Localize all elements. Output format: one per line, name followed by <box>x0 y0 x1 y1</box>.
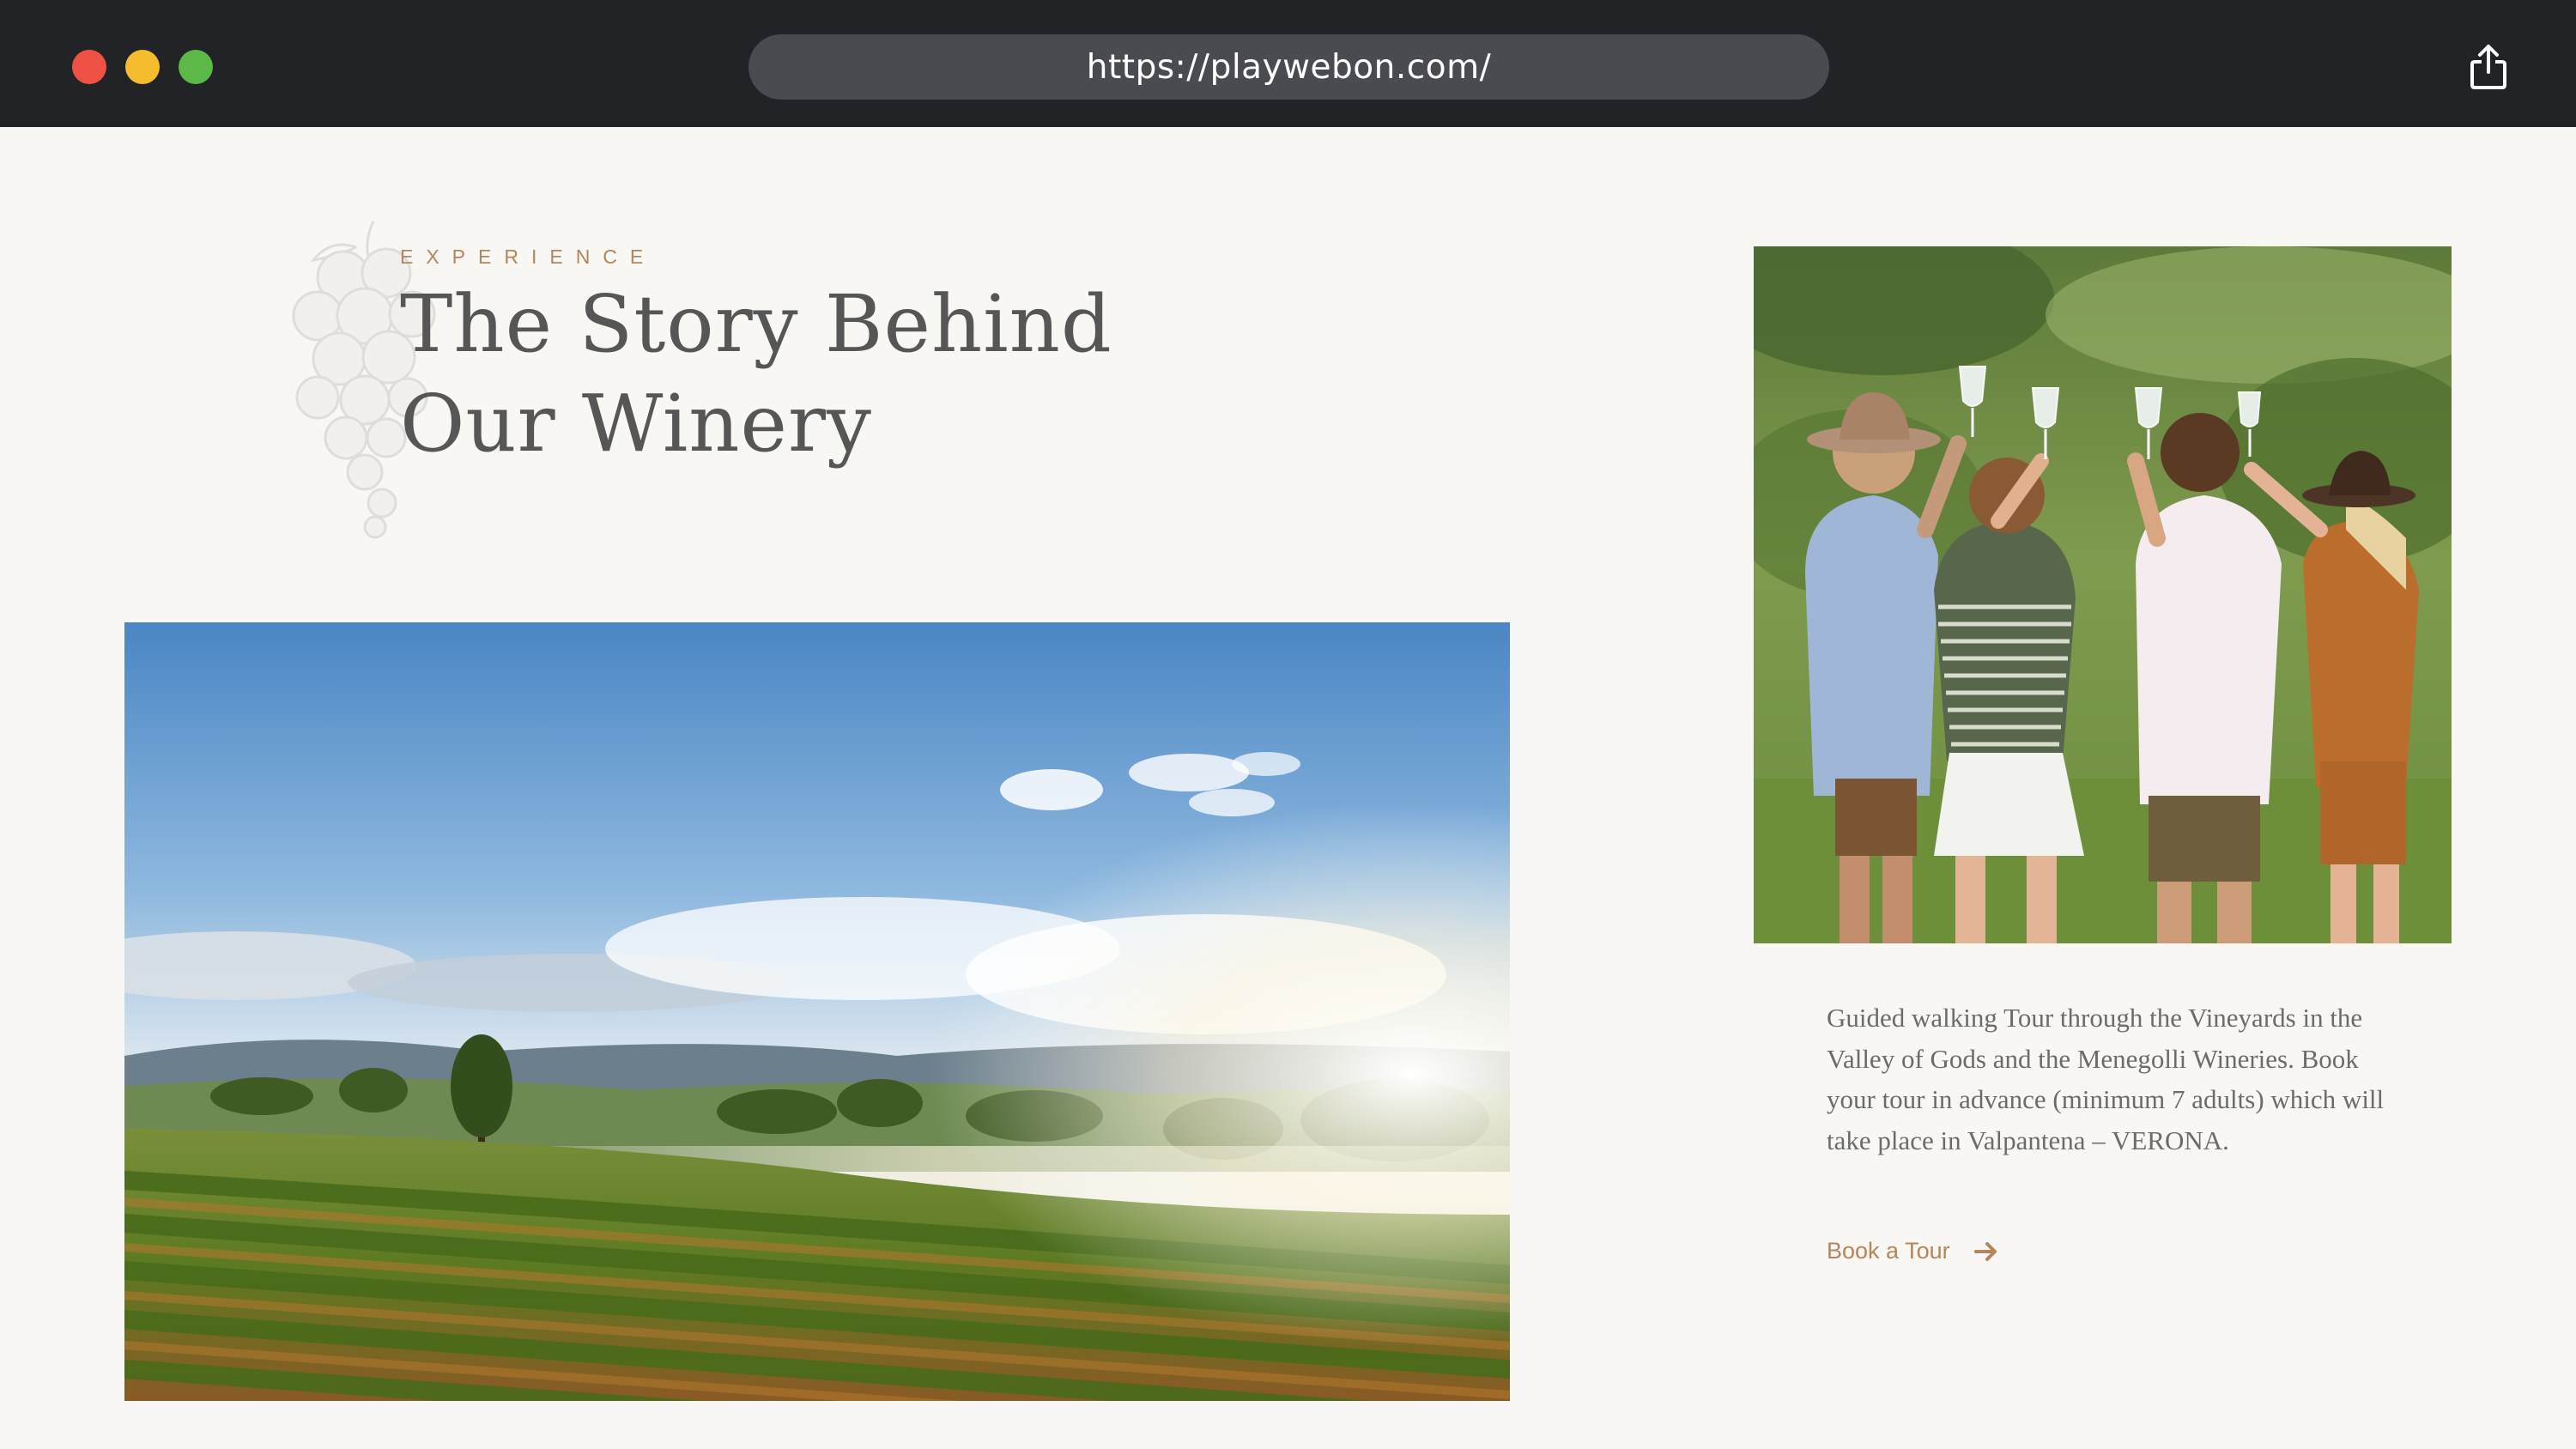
page-title: The Story Behind Our Winery <box>400 275 1112 474</box>
arrow-right-icon <box>1973 1241 1997 1261</box>
share-button[interactable] <box>2469 43 2508 91</box>
book-tour-label: Book a Tour <box>1827 1238 1950 1264</box>
title-line-2: Our Winery <box>400 378 872 470</box>
wine-tasting-photo <box>1754 246 2452 943</box>
minimize-dot-icon[interactable] <box>125 50 160 84</box>
book-tour-link[interactable]: Book a Tour <box>1827 1238 1998 1264</box>
maximize-dot-icon[interactable] <box>179 50 213 84</box>
tour-description: Guided walking Tour through the Vineyard… <box>1827 1003 2385 1155</box>
browser-window: https://playwebon.com/ EXPERIENCE The St… <box>0 0 2576 1449</box>
close-dot-icon[interactable] <box>72 50 106 84</box>
url-text: https://playwebon.com/ <box>1086 47 1492 87</box>
vineyard-landscape-photo <box>124 622 1510 1401</box>
share-icon <box>2470 45 2506 89</box>
title-line-1: The Story Behind <box>400 278 1112 370</box>
browser-toolbar: https://playwebon.com/ <box>0 0 2576 127</box>
address-bar[interactable]: https://playwebon.com/ <box>749 34 1829 100</box>
section-eyebrow: EXPERIENCE <box>400 246 657 268</box>
